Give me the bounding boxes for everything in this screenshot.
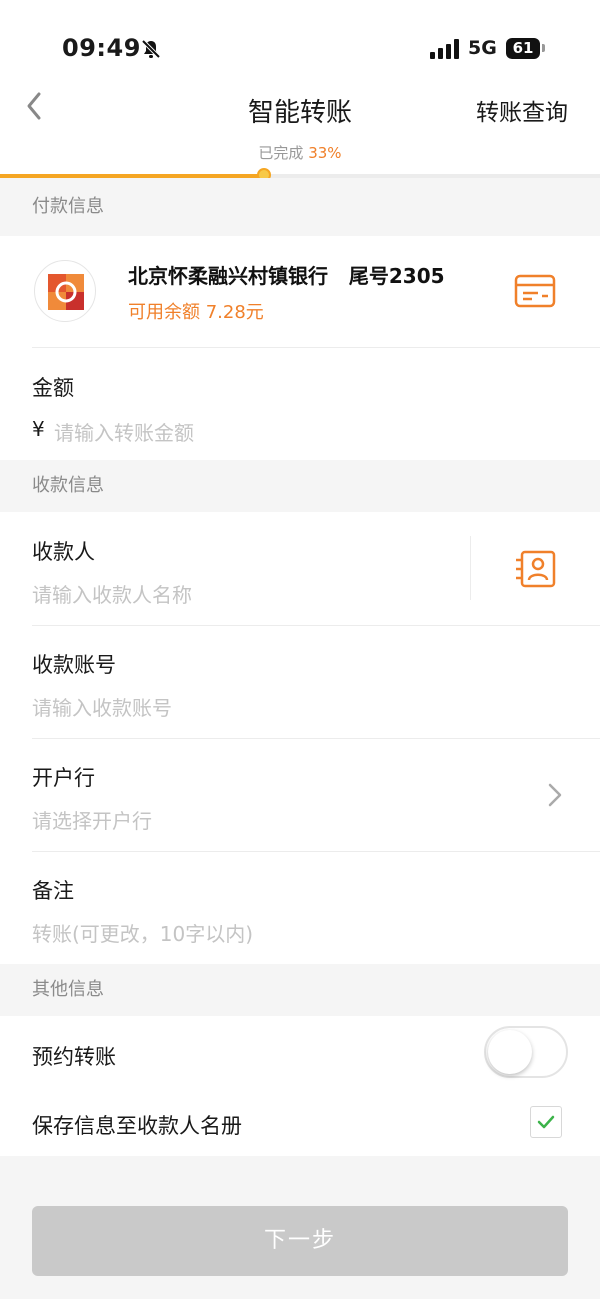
signal-icon bbox=[430, 39, 459, 59]
checkmark-icon bbox=[537, 1115, 555, 1129]
account-input[interactable]: 请输入收款账号 bbox=[32, 692, 552, 720]
bell-slash-icon bbox=[141, 39, 161, 59]
bank-name: 北京怀柔融兴村镇银行 尾号2305 bbox=[128, 264, 445, 288]
save-payee-checkbox[interactable] bbox=[530, 1106, 562, 1138]
currency-symbol: ¥ bbox=[32, 417, 45, 441]
network-type: 5G bbox=[468, 37, 497, 59]
bank-select-row[interactable] bbox=[0, 739, 600, 851]
bank-logo bbox=[34, 260, 96, 322]
scheduled-transfer-toggle[interactable] bbox=[484, 1026, 568, 1078]
progress-value: 33% bbox=[308, 144, 342, 162]
payee-label: 收款人 bbox=[32, 540, 95, 564]
battery-tip bbox=[542, 44, 545, 52]
save-payee-label: 保存信息至收款人名册 bbox=[32, 1114, 242, 1138]
payee-input[interactable]: 请输入收款人名称 bbox=[32, 579, 452, 607]
chevron-right-icon[interactable] bbox=[546, 782, 564, 808]
remark-input[interactable]: 转账(可更改，10字以内) bbox=[32, 918, 552, 946]
open-bank-label: 开户行 bbox=[32, 766, 95, 790]
battery-icon: 61 bbox=[506, 38, 540, 59]
card-icon[interactable] bbox=[514, 272, 556, 310]
amount-input[interactable]: 请输入转账金额 bbox=[54, 417, 554, 445]
payee-row bbox=[0, 512, 600, 625]
available-balance: 可用余额 7.28元 bbox=[128, 302, 264, 323]
account-label: 收款账号 bbox=[32, 653, 116, 677]
bank-logo-mark bbox=[48, 274, 84, 310]
status-bar: 09:49 5G 61 bbox=[0, 0, 600, 80]
vertical-divider bbox=[470, 536, 471, 600]
transfer-query-link[interactable]: 转账查询 bbox=[476, 93, 568, 127]
next-step-button[interactable]: 下一步 bbox=[32, 1206, 568, 1276]
account-row bbox=[0, 626, 600, 738]
open-bank-select[interactable]: 请选择开户行 bbox=[32, 805, 152, 834]
remark-label: 备注 bbox=[32, 879, 74, 903]
section-header-payee: 收款信息 bbox=[0, 460, 600, 512]
status-time: 09:49 bbox=[62, 34, 141, 62]
scheduled-transfer-label: 预约转账 bbox=[32, 1045, 116, 1069]
toggle-knob bbox=[488, 1030, 532, 1074]
progress-label: 已完成 bbox=[258, 144, 304, 162]
section-header-other: 其他信息 bbox=[0, 964, 600, 1016]
remark-row bbox=[0, 852, 600, 964]
progress-text: 已完成 33% bbox=[0, 142, 600, 163]
contact-book-icon[interactable] bbox=[514, 550, 556, 588]
section-header-payment: 付款信息 bbox=[0, 178, 600, 236]
amount-label: 金额 bbox=[32, 376, 74, 400]
